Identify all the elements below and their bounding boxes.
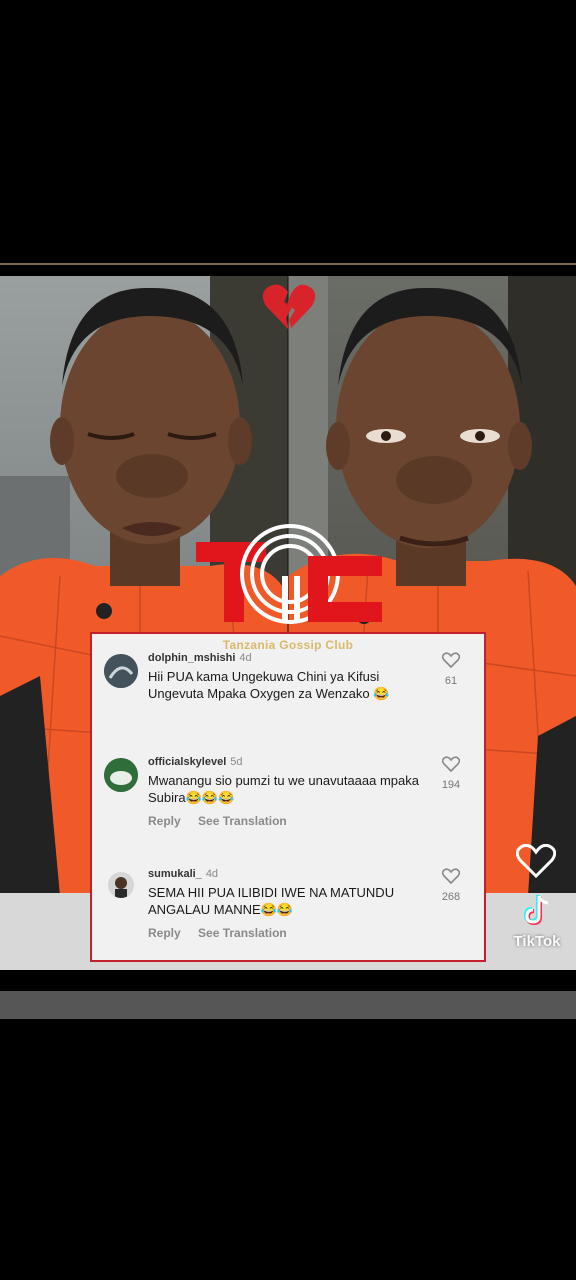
comments-card: Tanzania Gossip Club dolphin_mshishi 4d H… — [90, 632, 486, 962]
heart-outline-icon[interactable] — [441, 652, 461, 669]
username-text[interactable]: dolphin_mshishi — [148, 652, 235, 664]
comment-username[interactable]: sumukali_ 4d — [148, 868, 218, 880]
comment-age: 4d — [239, 652, 252, 664]
comment-username[interactable]: dolphin_mshishi 4d — [148, 652, 252, 664]
lower-gray-bar — [0, 991, 576, 1019]
broken-heart-icon — [262, 284, 316, 330]
tgc-logo — [196, 524, 382, 624]
comment-actions: Reply See Translation — [148, 814, 301, 828]
reply-button[interactable]: Reply — [148, 926, 181, 940]
tiktok-watermark: TikTok — [506, 892, 568, 950]
comment-username[interactable]: officialskylevel 5d — [148, 756, 243, 768]
like-button[interactable]: 194 — [436, 756, 466, 791]
avatar[interactable] — [104, 654, 138, 688]
see-translation-button[interactable]: See Translation — [198, 814, 287, 828]
like-count: 194 — [441, 779, 461, 791]
avatar[interactable] — [108, 872, 134, 898]
username-text[interactable]: sumukali_ — [148, 868, 202, 880]
screenshot-frame: Tanzania Gossip Club dolphin_mshishi 4d H… — [0, 0, 576, 1280]
heart-outline-icon[interactable] — [441, 868, 461, 885]
comment-text: SEMA HII PUA ILIBIDI IWE NA MATUNDU ANGA… — [148, 885, 395, 917]
heart-outline-icon[interactable] — [516, 844, 556, 878]
comment-text: Mwanangu sio pumzi tu we unavutaaaa mpak… — [148, 773, 419, 805]
comment-text: Hii PUA kama Ungekuwa Chini ya Kifusi Un… — [148, 669, 390, 701]
heart-outline-icon[interactable] — [441, 756, 461, 773]
like-button[interactable]: 268 — [436, 868, 466, 903]
avatar[interactable] — [104, 758, 138, 792]
username-text[interactable]: officialskylevel — [148, 756, 226, 768]
club-name: Tanzania Gossip Club — [222, 638, 354, 652]
reply-button[interactable]: Reply — [148, 814, 181, 828]
comment-age: 5d — [230, 756, 243, 768]
comment-actions: Reply See Translation — [148, 926, 301, 940]
comment-age: 4d — [205, 868, 219, 880]
shared-image: Tanzania Gossip Club dolphin_mshishi 4d H… — [0, 276, 576, 970]
top-divider — [0, 263, 576, 265]
see-translation-button[interactable]: See Translation — [198, 926, 287, 940]
like-count: 268 — [441, 891, 461, 903]
like-button[interactable]: 61 — [436, 652, 466, 687]
tiktok-label: TikTok — [513, 933, 561, 950]
like-count: 61 — [444, 675, 458, 687]
tiktok-logo-icon — [523, 895, 549, 926]
